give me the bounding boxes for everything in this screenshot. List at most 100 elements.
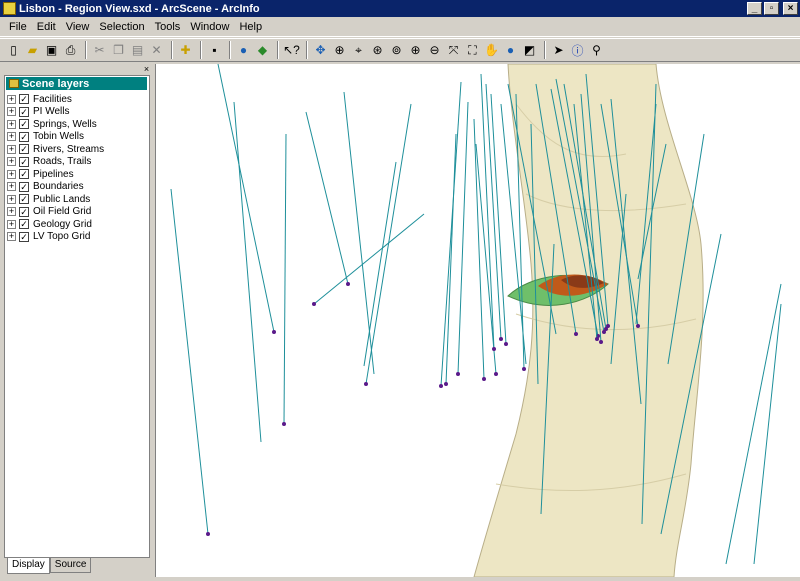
expand-icon[interactable]: + bbox=[7, 207, 16, 216]
identify-icon[interactable]: ⓘ bbox=[569, 42, 586, 59]
title-bar: Lisbon - Region View.sxd - ArcScene - Ar… bbox=[0, 0, 800, 17]
copy-icon[interactable]: ❐ bbox=[110, 42, 127, 59]
globe-icon[interactable]: ● bbox=[235, 42, 252, 59]
well-point bbox=[206, 532, 210, 536]
menu-edit[interactable]: Edit bbox=[32, 21, 61, 33]
layer-visibility-checkbox[interactable]: ✓ bbox=[19, 194, 29, 204]
save-icon[interactable]: ▣ bbox=[43, 42, 60, 59]
full-extent-icon[interactable]: ⤧ bbox=[445, 42, 462, 59]
layer-row[interactable]: + ✓ PI Wells bbox=[7, 106, 70, 118]
layer-row[interactable]: + ✓ Oil Field Grid bbox=[7, 206, 91, 218]
zoom-in-out-icon[interactable]: ⊕ bbox=[331, 42, 348, 59]
layer-label: Public Lands bbox=[33, 193, 91, 205]
well-line bbox=[313, 213, 425, 305]
layer-row[interactable]: + ✓ Pipelines bbox=[7, 168, 74, 180]
layer-visibility-checkbox[interactable]: ✓ bbox=[19, 231, 29, 242]
center-target-icon[interactable]: ⌖ bbox=[350, 42, 367, 59]
menu-help[interactable]: Help bbox=[234, 21, 267, 33]
cut-icon[interactable]: ✂ bbox=[91, 42, 108, 59]
well-point bbox=[282, 422, 286, 426]
scene-viewer[interactable] bbox=[155, 64, 800, 577]
well-line bbox=[363, 161, 397, 367]
navigate-icon[interactable]: ✥ bbox=[312, 42, 329, 59]
add-data-icon[interactable]: ✚ bbox=[177, 42, 194, 59]
set-observer-icon[interactable]: ⊚ bbox=[388, 42, 405, 59]
layer-visibility-checkbox[interactable]: ✓ bbox=[19, 181, 29, 192]
layer-row[interactable]: + ✓ Boundaries bbox=[7, 181, 84, 193]
find-icon[interactable]: ⚲ bbox=[588, 42, 605, 59]
well-line bbox=[725, 283, 782, 565]
layer-label: Springs, Wells bbox=[33, 118, 97, 130]
layer-row[interactable]: + ✓ Public Lands bbox=[7, 193, 90, 205]
layer-row[interactable]: + ✓ Geology Grid bbox=[7, 218, 92, 230]
scene-canvas[interactable] bbox=[156, 64, 800, 577]
tab-display[interactable]: Display bbox=[7, 558, 50, 574]
menu-tools[interactable]: Tools bbox=[150, 21, 186, 33]
print-icon[interactable]: ⎙ bbox=[62, 42, 79, 59]
layer-row[interactable]: + ✓ Facilities bbox=[7, 93, 72, 105]
layer-visibility-checkbox[interactable]: ✓ bbox=[19, 119, 29, 129]
layer-visibility-checkbox[interactable]: ✓ bbox=[19, 106, 29, 117]
expand-icon[interactable]: + bbox=[7, 144, 16, 154]
fly-icon[interactable]: ● bbox=[502, 42, 519, 59]
layer-label: Tobin Wells bbox=[33, 131, 84, 142]
full-screen-icon[interactable]: ⛶ bbox=[464, 42, 481, 59]
save-scene-icon[interactable]: ▪ bbox=[206, 42, 223, 59]
table-of-contents: × Scene layers + ✓ Facilities + ✓ PI Wells + ✓ S… bbox=[3, 64, 152, 578]
expand-icon[interactable]: + bbox=[7, 219, 16, 229]
well-line bbox=[473, 118, 485, 380]
whats-this-icon[interactable]: ↖? bbox=[283, 42, 300, 59]
delete-icon[interactable]: ✕ bbox=[148, 42, 165, 59]
well-point bbox=[504, 342, 508, 346]
scene-layers-label: Scene layers bbox=[22, 77, 90, 90]
open-icon[interactable]: ▰ bbox=[24, 42, 41, 59]
toolbar-separator bbox=[306, 41, 308, 59]
layer-row[interactable]: + ✓ Tobin Wells bbox=[7, 131, 84, 143]
layer-visibility-checkbox[interactable]: ✓ bbox=[19, 219, 29, 229]
layer-row[interactable]: + ✓ LV Topo Grid bbox=[7, 231, 90, 243]
layer-visibility-checkbox[interactable]: ✓ bbox=[19, 206, 29, 217]
layers-icon[interactable]: ◆ bbox=[254, 42, 271, 59]
select-icon[interactable]: ➤ bbox=[550, 42, 567, 59]
zoom-out-icon[interactable]: ⊖ bbox=[426, 42, 443, 59]
well-line bbox=[753, 303, 782, 565]
pan-icon[interactable]: ✋ bbox=[483, 42, 500, 59]
arcscene-window: Lisbon - Region View.sxd - ArcScene - Ar… bbox=[0, 0, 800, 581]
layer-row[interactable]: + ✓ Springs, Wells bbox=[7, 118, 97, 130]
scene-layers-header[interactable]: Scene layers bbox=[6, 77, 147, 90]
layer-visibility-checkbox[interactable]: ✓ bbox=[19, 94, 29, 104]
well-point bbox=[595, 337, 599, 341]
toc-close-icon[interactable]: × bbox=[142, 65, 151, 74]
tab-source[interactable]: Source bbox=[49, 558, 92, 573]
expand-icon[interactable]: + bbox=[7, 119, 16, 129]
zoom-in-icon[interactable]: ⊕ bbox=[407, 42, 424, 59]
layer-visibility-checkbox[interactable]: ✓ bbox=[19, 144, 29, 154]
toolbar-separator bbox=[85, 41, 87, 59]
expand-icon[interactable]: + bbox=[7, 107, 16, 116]
expand-icon[interactable]: + bbox=[7, 169, 16, 179]
identify-view-icon[interactable]: ◩ bbox=[521, 42, 538, 59]
layer-visibility-checkbox[interactable]: ✓ bbox=[19, 131, 29, 142]
restore-button[interactable]: ▫ bbox=[764, 2, 779, 15]
layer-row[interactable]: + ✓ Rivers, Streams bbox=[7, 143, 104, 155]
minimize-button[interactable]: _ bbox=[747, 2, 762, 15]
close-button[interactable]: × bbox=[783, 2, 798, 15]
menu-window[interactable]: Window bbox=[185, 21, 234, 33]
menu-view[interactable]: View bbox=[61, 21, 95, 33]
expand-icon[interactable]: + bbox=[7, 232, 16, 241]
zoom-to-target-icon[interactable]: ⊛ bbox=[369, 42, 386, 59]
paste-icon[interactable]: ▤ bbox=[129, 42, 146, 59]
well-point bbox=[492, 347, 496, 351]
expand-icon[interactable]: + bbox=[7, 157, 16, 166]
layer-visibility-checkbox[interactable]: ✓ bbox=[19, 156, 29, 167]
well-line bbox=[485, 83, 502, 340]
layer-visibility-checkbox[interactable]: ✓ bbox=[19, 169, 29, 179]
menu-file[interactable]: File bbox=[4, 21, 32, 33]
expand-icon[interactable]: + bbox=[7, 132, 16, 141]
expand-icon[interactable]: + bbox=[7, 94, 16, 104]
expand-icon[interactable]: + bbox=[7, 182, 16, 191]
menu-selection[interactable]: Selection bbox=[94, 21, 149, 33]
expand-icon[interactable]: + bbox=[7, 194, 16, 204]
new-icon[interactable]: ▯ bbox=[5, 42, 22, 59]
layer-row[interactable]: + ✓ Roads, Trails bbox=[7, 156, 91, 168]
